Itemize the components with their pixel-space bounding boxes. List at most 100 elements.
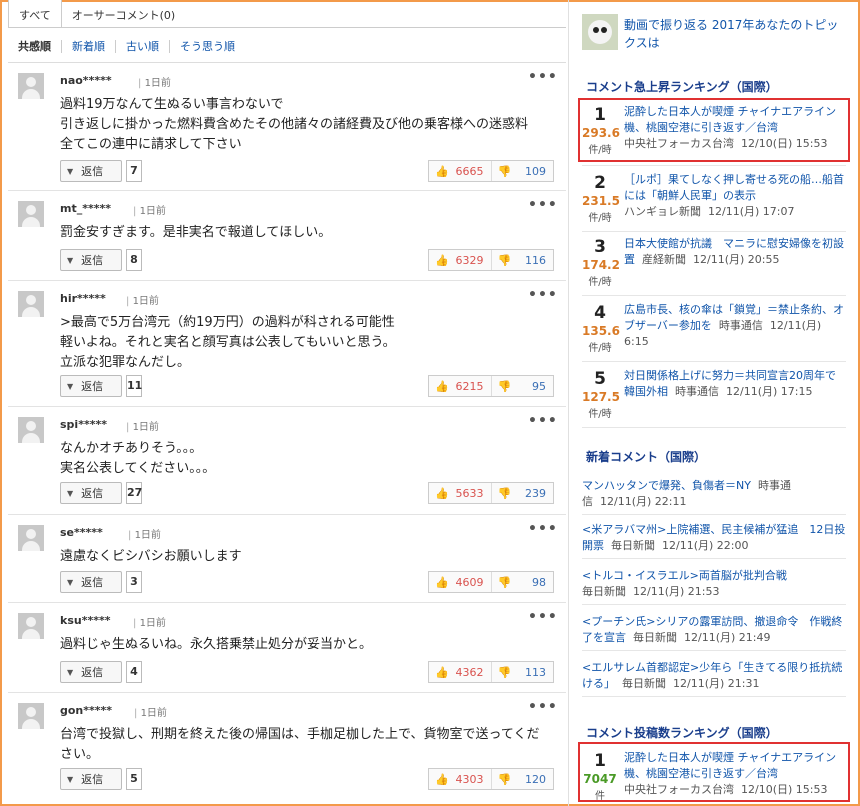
comment-text: 遠慮なくビシバシお願いします bbox=[60, 549, 242, 564]
new-comment-date: 12/11(月) 22:11 bbox=[600, 495, 687, 508]
ranking-item[interactable]: 5 127.5 件/時 対日関係格上げに努力＝共同宣言20周年で韓国外相 時事通… bbox=[582, 366, 846, 428]
avatar[interactable] bbox=[18, 201, 44, 227]
tab-all[interactable]: すべて bbox=[8, 0, 62, 28]
new-comment-date: 12/11(月) 21:31 bbox=[673, 677, 760, 690]
new-comment-source: 毎日新聞 bbox=[611, 539, 655, 552]
more-options-icon[interactable]: ••• bbox=[528, 413, 558, 429]
more-options-icon[interactable]: ••• bbox=[528, 609, 558, 625]
comment-text: 台湾で投獄し、刑期を終えた後の帰国は、手枷足枷した上で、貨物室で送ってください。 bbox=[60, 727, 540, 762]
ranking-item[interactable]: 2 231.5 件/時 ［ルポ］果てしなく押し寄せる死の船…船首には「朝鮮人民軍… bbox=[582, 170, 846, 232]
disagree-button[interactable]: 👎 98 bbox=[492, 572, 554, 592]
reply-button[interactable]: ▼ 返信 bbox=[60, 768, 122, 790]
ranking-source: ハンギョレ新聞 bbox=[624, 205, 701, 218]
comment-user[interactable]: mt_***** bbox=[60, 202, 111, 215]
vote-box: 👍 4609 👎 98 bbox=[428, 571, 554, 593]
sort-oldest[interactable]: 古い順 bbox=[115, 40, 169, 53]
ranking-source: 産経新聞 bbox=[642, 253, 686, 266]
new-comment-item[interactable]: <プーチン氏>シリアの露軍訪問、撤退命令 作戦終了を宣言 毎日新聞 12/11(… bbox=[582, 614, 846, 651]
comment-text: 過料じゃ生ぬるいね。永久搭乗禁止処分が妥当かと。 bbox=[60, 637, 373, 652]
disagree-button[interactable]: 👎 95 bbox=[492, 376, 554, 396]
rank-score: 135.6 bbox=[582, 324, 620, 338]
comment-item: hir***** 1日前 ••• >最高で5万台湾元（約19万円）の過料が科され… bbox=[8, 281, 566, 407]
reply-button[interactable]: ▼ 返信 bbox=[60, 160, 122, 182]
comment-text: >最高で5万台湾元（約19万円）の過料が科される可能性 軽いよね。それと実名と顔… bbox=[60, 315, 396, 370]
new-comment-link[interactable]: <トルコ・イスラエル>両首脳が批判合戦 bbox=[582, 569, 787, 582]
new-comment-link[interactable]: マンハッタンで爆発、負傷者＝NY bbox=[582, 479, 751, 492]
ranking-item[interactable]: 4 135.6 件/時 広島市長、核の傘は「鎖覚」＝禁止条約、オブザーバー参加を… bbox=[582, 300, 846, 362]
ranking-link[interactable]: ［ルポ］果てしなく押し寄せる死の船…船首には「朝鮮人民軍」の表示 bbox=[624, 173, 844, 202]
caret-down-icon: ▼ bbox=[67, 667, 74, 677]
sort-newest[interactable]: 新着順 bbox=[61, 40, 115, 53]
vote-box: 👍 5633 👎 239 bbox=[428, 482, 554, 504]
agree-button[interactable]: 👍 5633 bbox=[429, 483, 492, 503]
thumbs-up-icon: 👍 bbox=[435, 772, 449, 786]
caret-down-icon: ▼ bbox=[67, 577, 74, 587]
disagree-count: 120 bbox=[525, 772, 546, 786]
comment-user[interactable]: hir***** bbox=[60, 292, 106, 305]
disagree-button[interactable]: 👎 109 bbox=[492, 161, 554, 181]
thumbs-up-icon: 👍 bbox=[435, 253, 449, 267]
avatar[interactable] bbox=[18, 291, 44, 317]
ranking-item[interactable]: 3 174.2 件/時 日本大使館が抗議 マニラに慰安婦像を初設置 産経新聞 1… bbox=[582, 234, 846, 296]
avatar[interactable] bbox=[18, 613, 44, 639]
sort-agree[interactable]: そう思う順 bbox=[169, 40, 245, 53]
more-options-icon[interactable]: ••• bbox=[528, 521, 558, 537]
topic-link[interactable]: 動画で振り返る 2017年あなたのトピックスは bbox=[624, 16, 846, 52]
panda-eye bbox=[601, 27, 607, 33]
comment-user[interactable]: gon***** bbox=[60, 704, 112, 717]
avatar[interactable] bbox=[18, 73, 44, 99]
comment-item: spi***** 1日前 ••• なんかオチありそう。。。 実名公表してください… bbox=[8, 407, 566, 515]
agree-button[interactable]: 👍 4609 bbox=[429, 572, 492, 592]
agree-button[interactable]: 👍 6215 bbox=[429, 376, 492, 396]
new-comments-heading: 新着コメント（国際） bbox=[586, 450, 707, 464]
disagree-button[interactable]: 👎 120 bbox=[492, 769, 554, 789]
reply-count: 3 bbox=[126, 571, 142, 593]
comment-user[interactable]: se***** bbox=[60, 526, 103, 539]
new-comment-source: 毎日新聞 bbox=[622, 677, 666, 690]
reply-button[interactable]: ▼ 返信 bbox=[60, 482, 122, 504]
reply-label: 返信 bbox=[81, 487, 104, 500]
new-comment-item[interactable]: <エルサレム首都認定>少年ら「生きてる限り抵抗続ける」 毎日新聞 12/11(月… bbox=[582, 660, 846, 697]
topic-banner[interactable]: 動画で振り返る 2017年あなたのトピックスは bbox=[582, 14, 846, 54]
avatar[interactable] bbox=[18, 525, 44, 551]
sort-empathy[interactable]: 共感順 bbox=[18, 40, 61, 53]
comment-text: 罰金安すぎます。是非実名で報道してほしい。 bbox=[60, 225, 332, 240]
new-comment-item[interactable]: <トルコ・イスラエル>両首脳が批判合戦 毎日新聞 12/11(月) 21:53 bbox=[582, 568, 846, 605]
disagree-count: 95 bbox=[532, 379, 546, 393]
reply-label: 返信 bbox=[81, 773, 104, 786]
reply-button[interactable]: ▼ 返信 bbox=[60, 375, 122, 397]
reply-count: 27 bbox=[126, 482, 142, 504]
comment-user[interactable]: nao***** bbox=[60, 74, 112, 87]
comment-user[interactable]: spi***** bbox=[60, 418, 107, 431]
comment-user[interactable]: ksu***** bbox=[60, 614, 110, 627]
reply-button[interactable]: ▼ 返信 bbox=[60, 249, 122, 271]
agree-button[interactable]: 👍 4303 bbox=[429, 769, 492, 789]
disagree-button[interactable]: 👎 239 bbox=[492, 483, 554, 503]
avatar[interactable] bbox=[18, 703, 44, 729]
panda-thumbnail-icon[interactable] bbox=[582, 14, 618, 50]
agree-button[interactable]: 👍 4362 bbox=[429, 662, 492, 682]
new-comment-item[interactable]: <米アラバマ州>上院補選、民主候補が猛追 12日投開票 毎日新聞 12/11(月… bbox=[582, 522, 846, 559]
thumbs-down-icon: 👎 bbox=[497, 772, 512, 786]
disagree-button[interactable]: 👎 113 bbox=[492, 662, 554, 682]
more-options-icon[interactable]: ••• bbox=[528, 699, 558, 715]
more-options-icon[interactable]: ••• bbox=[528, 69, 558, 85]
avatar[interactable] bbox=[18, 417, 44, 443]
reply-button[interactable]: ▼ 返信 bbox=[60, 661, 122, 683]
new-comment-item[interactable]: マンハッタンで爆発、負傷者＝NY 時事通信 12/11(月) 22:11 bbox=[582, 478, 846, 515]
vote-box: 👍 6329 👎 116 bbox=[428, 249, 554, 271]
ranking-date: 12/11(月) 17:07 bbox=[708, 205, 795, 218]
thumbs-down-icon: 👎 bbox=[497, 253, 512, 267]
more-options-icon[interactable]: ••• bbox=[528, 287, 558, 303]
agree-button[interactable]: 👍 6329 bbox=[429, 250, 492, 270]
reply-button[interactable]: ▼ 返信 bbox=[60, 571, 122, 593]
caret-down-icon: ▼ bbox=[67, 381, 74, 391]
tab-author-comments[interactable]: オーサーコメント(0) bbox=[61, 0, 186, 28]
disagree-count: 113 bbox=[525, 665, 546, 679]
agree-button[interactable]: 👍 6665 bbox=[429, 161, 492, 181]
comment-time: 1日前 bbox=[133, 614, 166, 629]
disagree-count: 116 bbox=[525, 253, 546, 267]
more-options-icon[interactable]: ••• bbox=[528, 197, 558, 213]
disagree-button[interactable]: 👎 116 bbox=[492, 250, 554, 270]
thumbs-down-icon: 👎 bbox=[497, 575, 512, 589]
